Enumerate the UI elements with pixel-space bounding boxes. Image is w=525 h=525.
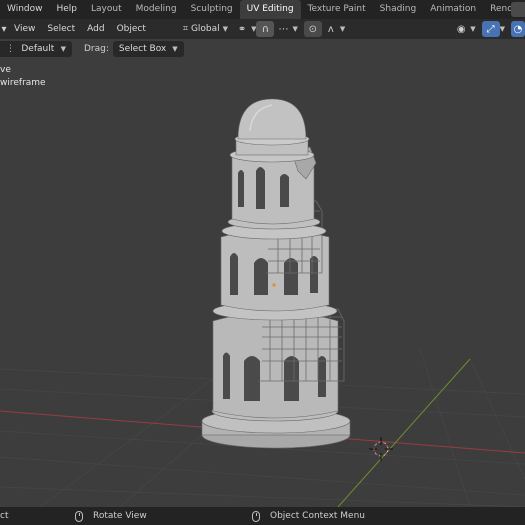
top-bar: Window Help Layout Modeling Sculpting UV…	[0, 0, 525, 19]
tab-layout[interactable]: Layout	[84, 0, 129, 19]
menu-window[interactable]: Window	[0, 0, 50, 19]
status-bar: ct Rotate View Object Context Menu	[0, 507, 525, 525]
menu-add[interactable]: Add	[81, 19, 110, 39]
chevron-down-icon[interactable]: ▼	[470, 25, 475, 33]
drag-label: Drag:	[84, 44, 109, 54]
chevron-down-icon: ▼	[222, 25, 229, 33]
chevron-down-icon[interactable]: ▼	[292, 25, 297, 33]
mouse-middle-icon	[75, 510, 83, 522]
link-icon[interactable]: ⚭	[233, 21, 251, 37]
viewport-header: ▾ View Select Add Object ⌗ Global ▼ ⚭ ▼ …	[0, 19, 525, 39]
chevron-down-icon[interactable]: ▼	[500, 25, 505, 33]
status-left: ct	[0, 507, 8, 525]
menu-object[interactable]: Object	[111, 19, 152, 39]
drag-value: Select Box	[118, 44, 167, 54]
status-right-text: Object Context Menu	[270, 511, 366, 521]
viewport-scene	[0, 98, 525, 507]
gizmo-icon[interactable]: ⤢	[481, 21, 500, 37]
chevron-down-icon: ▼	[60, 45, 66, 53]
status-middle: Rotate View	[75, 507, 147, 525]
transform-orientation-value: Global	[190, 24, 220, 34]
tab-texture-paint[interactable]: Texture Paint	[301, 0, 373, 19]
snap-increment-icon[interactable]: ⋯	[274, 21, 292, 37]
orientation-value: Default	[21, 44, 55, 54]
status-left-text: ct	[0, 511, 9, 521]
transform-pivot-icon: ⌗	[182, 24, 188, 34]
chevron-down-icon[interactable]: ▼	[340, 25, 345, 33]
tab-animation[interactable]: Animation	[423, 0, 483, 19]
snap-icon[interactable]: ∩	[256, 21, 275, 37]
tab-shading[interactable]: Shading	[373, 0, 424, 19]
status-middle-text: Rotate View	[93, 511, 147, 521]
menu-help[interactable]: Help	[50, 0, 85, 19]
mouse-right-icon	[252, 510, 260, 522]
orientation-icon: ⋮	[6, 44, 15, 54]
drag-select-dropdown[interactable]: Select Box ▼	[112, 41, 184, 57]
dropdown-arrow-icon[interactable]: ▾	[0, 21, 8, 37]
overlay-icon[interactable]: ◔	[511, 21, 525, 37]
visibility-icon[interactable]: ◉	[452, 21, 470, 37]
tab-uv-editing[interactable]: UV Editing	[239, 0, 301, 19]
tab-modeling[interactable]: Modeling	[129, 0, 184, 19]
tool-settings-bar: ⋮ Default ▼ Drag: Select Box ▼	[0, 39, 525, 59]
proportional-editing-icon[interactable]: ⊙	[303, 21, 322, 37]
chevron-down-icon: ▼	[172, 45, 178, 53]
3d-viewport[interactable]: ve wireframe	[0, 59, 525, 507]
tab-sculpting[interactable]: Sculpting	[184, 0, 240, 19]
menu-select[interactable]: Select	[41, 19, 81, 39]
menu-view[interactable]: View	[8, 19, 41, 39]
y-axis-line	[337, 358, 471, 507]
status-right: Object Context Menu	[252, 507, 365, 525]
falloff-icon[interactable]: ᴧ	[322, 21, 340, 37]
tower-model	[201, 98, 351, 449]
workspace-overflow[interactable]	[511, 2, 525, 17]
transform-orientation-select[interactable]: ⌗ Global ▼	[178, 19, 233, 39]
origin-point	[272, 283, 276, 287]
orientation-dropdown[interactable]: ⋮ Default ▼	[0, 41, 72, 57]
